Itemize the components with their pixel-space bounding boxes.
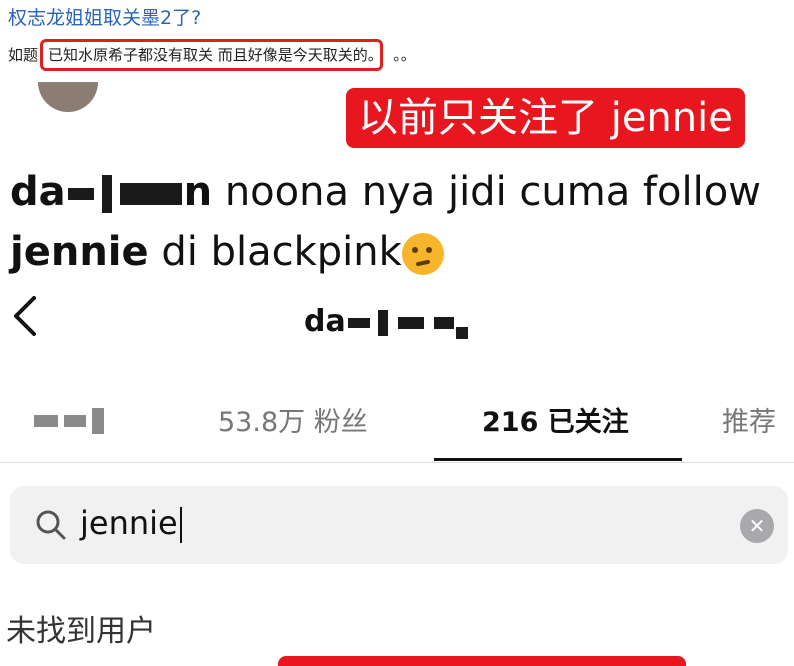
embedded-screenshot: 以前只关注了 jennie da n noona nya jidi cuma fo… [0, 82, 794, 666]
avatar[interactable] [38, 82, 98, 112]
redaction-bar [92, 407, 104, 434]
profile-name-visible: da [304, 304, 346, 339]
back-arrow-icon[interactable] [10, 294, 40, 338]
search-text: jennie [80, 504, 178, 542]
search-value[interactable]: jennie [80, 504, 182, 543]
search-input[interactable]: jennie ✕ [10, 486, 788, 564]
tab-blurred[interactable] [34, 404, 110, 435]
caption-banner: 以前只关注了 jennie [346, 88, 745, 148]
post-body-highlight: 已知水原希子都没有取关 而且好像是今天取关的。 [40, 39, 384, 71]
redaction-bar [119, 183, 182, 205]
text-caret [179, 507, 182, 543]
redaction-bar [67, 188, 94, 200]
redaction-bar [455, 327, 468, 339]
redaction-bar [433, 316, 454, 329]
redaction-bar [397, 316, 424, 329]
redaction-bar [64, 414, 86, 427]
search-icon [36, 510, 66, 540]
comment-bold-word: jennie [10, 229, 149, 275]
profile-name: da [304, 304, 468, 339]
comment-author-visible: da [10, 169, 66, 215]
redaction-bar [347, 317, 370, 328]
caption-banner-bottom [278, 656, 686, 666]
redaction-bar [377, 309, 388, 336]
comment-body-2: di blackpink [161, 229, 402, 275]
tab-following[interactable]: 216 已关注 [482, 400, 629, 439]
post-body: 如题 已知水原希子都没有取关 而且好像是今天取关的。。。 [8, 39, 416, 71]
post-body-prefix: 如题 [8, 46, 39, 64]
post-body-suffix: 。。 [393, 46, 416, 64]
post-title[interactable]: 权志龙姐姐取关墨2了? [8, 3, 201, 30]
redaction-bar [34, 414, 58, 427]
comment-body: noona nya jidi cuma follow [224, 169, 761, 215]
comment-text: da n noona nya jidi cuma follow jennie di… [10, 162, 790, 282]
clear-icon[interactable]: ✕ [740, 509, 774, 543]
redaction-bar [101, 175, 112, 213]
thinking-face-icon [401, 233, 444, 275]
comment-author-end: n [183, 169, 213, 215]
profile-tabs: 53.8万 粉丝 216 已关注 推荐 [0, 386, 794, 463]
tab-active-indicator [434, 458, 682, 461]
tab-recommend[interactable]: 推荐 [722, 400, 776, 439]
empty-state-text: 未找到用户 [6, 614, 156, 649]
tab-followers[interactable]: 53.8万 粉丝 [218, 400, 368, 439]
